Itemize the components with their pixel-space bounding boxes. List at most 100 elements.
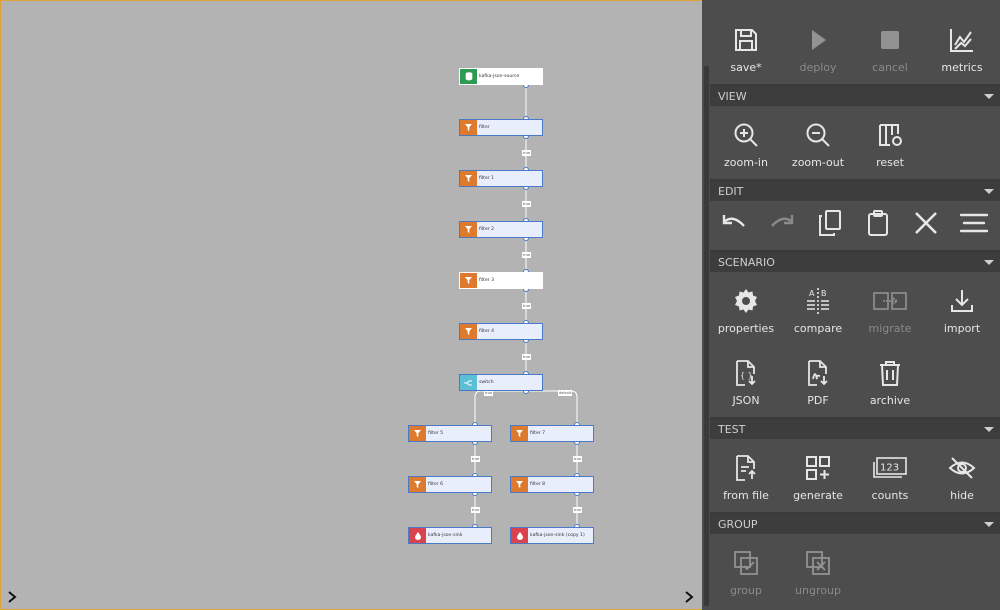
- node-label: switch: [479, 380, 494, 385]
- edge-label: true: [522, 303, 532, 309]
- edit-group: EDIT: [710, 182, 1000, 236]
- hide-button[interactable]: hide: [926, 446, 998, 512]
- edge-label: true: [471, 456, 481, 462]
- reset-button[interactable]: reset: [854, 113, 926, 179]
- edge-label: true: [522, 252, 532, 258]
- group-label: group: [730, 584, 762, 597]
- funnel-icon: [511, 477, 528, 492]
- node-source[interactable]: kafka-json-source: [459, 68, 543, 85]
- test-group: TEST from file generate 123 counts hide: [710, 420, 1000, 502]
- copy-button[interactable]: [806, 205, 854, 245]
- funnel-icon: [409, 426, 426, 441]
- funnel-icon: [409, 477, 426, 492]
- scenario-group-header[interactable]: SCENARIO: [710, 253, 1000, 272]
- migrate-icon: [873, 284, 907, 318]
- scenario-group-title: SCENARIO: [718, 256, 775, 269]
- paste-button[interactable]: [854, 205, 902, 245]
- view-group-title: VIEW: [718, 90, 747, 103]
- delete-button[interactable]: [902, 205, 950, 245]
- save-button[interactable]: save*: [710, 18, 782, 84]
- collapse-icon[interactable]: [984, 94, 994, 99]
- node-filter-3[interactable]: filter 3: [459, 272, 543, 289]
- group-group-header[interactable]: GROUP: [710, 515, 1000, 534]
- archive-button[interactable]: archive: [854, 351, 926, 417]
- migrate-label: migrate: [868, 322, 912, 335]
- svg-text:B: B: [821, 289, 827, 298]
- zoom-in-button[interactable]: zoom-in: [710, 113, 782, 179]
- import-button[interactable]: import: [926, 279, 998, 345]
- node-switch[interactable]: switch: [459, 374, 543, 391]
- node-filter-1[interactable]: filter 1: [459, 170, 543, 187]
- deploy-button[interactable]: deploy: [782, 18, 854, 84]
- ungroup-button[interactable]: ungroup: [782, 541, 854, 607]
- node-label: filter 3: [479, 278, 495, 283]
- collapse-right-panel-icon[interactable]: [683, 589, 695, 609]
- clipboard-icon: [865, 209, 891, 241]
- collapse-icon[interactable]: [984, 260, 994, 265]
- node-filter-7[interactable]: filter 7: [510, 425, 594, 442]
- node-sink-copy[interactable]: kafka-json-sink (copy 1): [510, 527, 594, 544]
- graph-canvas[interactable]: true true true true true true default tr…: [0, 0, 702, 610]
- counts-label: counts: [871, 489, 909, 502]
- undo-button[interactable]: [710, 205, 758, 245]
- reset-label: reset: [876, 156, 904, 169]
- funnel-icon: [460, 171, 477, 186]
- test-from-file-button[interactable]: from file: [710, 446, 782, 512]
- node-filter-6[interactable]: filter 6: [408, 476, 492, 493]
- zoom-out-button[interactable]: zoom-out: [782, 113, 854, 179]
- svg-text:123: 123: [880, 463, 899, 474]
- node-filter[interactable]: filter: [459, 119, 543, 136]
- eye-off-icon: [948, 451, 976, 485]
- group-button[interactable]: group: [710, 541, 782, 607]
- redo-icon: [769, 212, 795, 238]
- ungroup-label: ungroup: [795, 584, 841, 597]
- pdf-label: PDF: [807, 394, 829, 407]
- node-label: filter 7: [530, 431, 546, 436]
- node-filter-5[interactable]: filter 5: [408, 425, 492, 442]
- metrics-button[interactable]: metrics: [926, 18, 998, 84]
- cancel-button[interactable]: cancel: [854, 18, 926, 84]
- edge-label: true: [522, 201, 532, 207]
- node-label: filter 4: [479, 329, 495, 334]
- svg-text:{ }: { }: [740, 371, 753, 380]
- edit-group-header[interactable]: EDIT: [710, 182, 1000, 201]
- compare-button[interactable]: AB compare: [782, 279, 854, 345]
- properties-label: properties: [717, 322, 775, 335]
- json-file-icon: { }: [733, 356, 759, 390]
- collapse-icon[interactable]: [984, 427, 994, 432]
- group-icon: [733, 546, 759, 580]
- scrollbar-thumb[interactable]: [704, 66, 709, 606]
- json-label: JSON: [732, 394, 760, 407]
- counts-icon: 123: [872, 451, 908, 485]
- node-filter-4[interactable]: filter 4: [459, 323, 543, 340]
- layout-button[interactable]: [950, 205, 998, 245]
- node-sink[interactable]: kafka-json-sink: [408, 527, 492, 544]
- funnel-icon: [460, 222, 477, 237]
- node-label: filter: [479, 125, 490, 130]
- node-label: kafka-json-source: [479, 74, 520, 79]
- group-group-title: GROUP: [718, 518, 758, 531]
- migrate-button[interactable]: migrate: [854, 279, 926, 345]
- edge-label: true: [573, 456, 583, 462]
- counts-button[interactable]: 123 counts: [854, 446, 926, 512]
- zoom-in-label: zoom-in: [724, 156, 768, 169]
- redo-button[interactable]: [758, 205, 806, 245]
- export-pdf-button[interactable]: PDF: [782, 351, 854, 417]
- collapse-icon[interactable]: [984, 522, 994, 527]
- export-json-button[interactable]: { } JSON: [710, 351, 782, 417]
- collapse-icon[interactable]: [984, 189, 994, 194]
- panel-scrollbar[interactable]: [702, 0, 710, 610]
- node-filter-2[interactable]: filter 2: [459, 221, 543, 238]
- properties-button[interactable]: properties: [710, 279, 782, 345]
- view-group-header[interactable]: VIEW: [710, 87, 1000, 106]
- node-filter-8[interactable]: filter 8: [510, 476, 594, 493]
- test-group-header[interactable]: TEST: [710, 420, 1000, 439]
- compare-icon: AB: [804, 284, 832, 318]
- svg-text:A: A: [809, 289, 815, 298]
- node-label: filter 5: [428, 431, 444, 436]
- menu-lines-icon: [959, 212, 989, 238]
- funnel-icon: [511, 426, 528, 441]
- generate-button[interactable]: generate: [782, 446, 854, 512]
- expand-left-panel-icon[interactable]: [6, 589, 18, 609]
- hide-label: hide: [950, 489, 974, 502]
